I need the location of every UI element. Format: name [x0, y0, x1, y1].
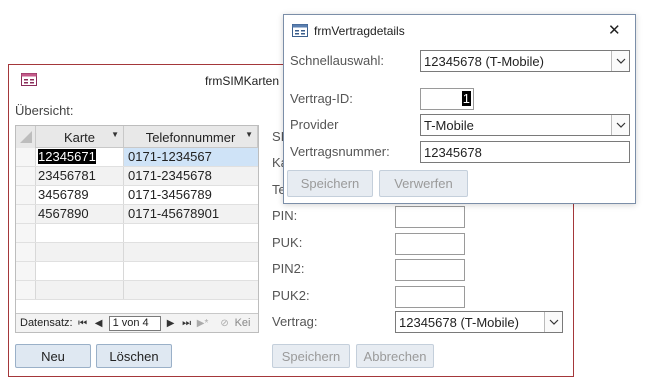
table-row[interactable]: 4567890 0171-45678901	[16, 205, 258, 224]
column-header-karte[interactable]: Karte ▼	[36, 126, 124, 148]
vertragdetails-window: frmVertragdetails ✕ Schnellauswahl: 1234…	[283, 14, 636, 204]
select-all-icon	[20, 131, 32, 143]
vertragdetails-title: frmVertragdetails	[314, 24, 405, 38]
vertrag-label: Vertrag:	[272, 314, 318, 329]
nav-first-icon[interactable]: ⏮	[77, 318, 89, 329]
puk-field[interactable]	[395, 233, 465, 255]
table-row-new[interactable]	[16, 224, 258, 243]
nav-prev-icon[interactable]: ◀	[93, 318, 105, 329]
cell-telefon[interactable]: 0171-45678901	[124, 205, 258, 223]
column-label: Telefonnummer	[145, 129, 236, 145]
new-button[interactable]: Neu	[15, 344, 91, 368]
table-row[interactable]: 12345671 0171-1234567	[16, 148, 258, 167]
chevron-down-icon[interactable]: ▼	[111, 130, 119, 139]
cell-telefon	[124, 243, 258, 261]
chevron-down-icon[interactable]: ▼	[245, 130, 253, 139]
table-row-empty	[16, 243, 258, 262]
cell-karte[interactable]: 4567890	[36, 205, 124, 223]
form-icon	[21, 73, 37, 86]
pin2-field[interactable]	[395, 259, 465, 281]
column-header-telefonnummer[interactable]: Telefonnummer ▼	[124, 126, 258, 148]
contract-id-value: 1	[461, 91, 471, 106]
cell-karte[interactable]: 3456789	[36, 186, 124, 204]
chevron-down-icon[interactable]	[544, 312, 562, 332]
close-icon[interactable]: ✕	[608, 21, 621, 39]
contract-number-field[interactable]: 12345678	[420, 141, 630, 163]
row-selector	[16, 243, 36, 261]
row-selector[interactable]	[16, 224, 36, 242]
vertrag-combo-value: 12345678 (T-Mobile)	[399, 314, 519, 330]
cell-karte	[36, 243, 124, 261]
record-nav-label: Datensatz:	[20, 317, 73, 329]
puk-label: PUK:	[272, 235, 303, 250]
nav-next-icon[interactable]: ▶	[165, 318, 177, 329]
vertragdetails-titlebar[interactable]: frmVertragdetails ✕	[284, 15, 635, 45]
contract-number-label: Vertragsnummer:	[290, 144, 390, 159]
grid-select-all[interactable]	[16, 126, 36, 148]
contract-id-field[interactable]: 1	[420, 88, 474, 110]
pin-field[interactable]	[395, 206, 465, 228]
cell-telefon	[124, 262, 258, 280]
pin2-label: PIN2:	[272, 261, 305, 276]
row-selector[interactable]	[16, 167, 36, 185]
save-button[interactable]: Speichern	[287, 170, 373, 197]
cell-karte[interactable]	[36, 224, 124, 242]
quick-select-label: Schnellauswahl:	[290, 53, 384, 68]
cell-karte	[36, 281, 124, 299]
provider-label: Provider	[290, 117, 339, 132]
record-navigation: Datensatz: ⏮ ◀ 1 von 4 ▶ ⏭ ▶* ⊘ Kei	[16, 313, 258, 332]
table-row-empty	[16, 262, 258, 281]
nav-last-icon[interactable]: ⏭	[181, 318, 193, 329]
pin-label: PIN:	[272, 208, 298, 223]
row-selector[interactable]	[16, 205, 36, 223]
row-selector[interactable]	[16, 148, 36, 166]
table-row-empty	[16, 281, 258, 300]
column-label: Karte	[63, 129, 96, 145]
cell-karte[interactable]: 12345671	[36, 148, 124, 166]
row-selector[interactable]	[16, 186, 36, 204]
form-icon	[292, 24, 308, 37]
cell-telefon[interactable]: 0171-2345678	[124, 167, 258, 185]
table-row[interactable]: 23456781 0171-2345678	[16, 167, 258, 186]
cancel-button[interactable]: Abbrechen	[356, 344, 434, 368]
provider-combo[interactable]: T-Mobile	[420, 114, 630, 136]
chevron-down-icon[interactable]	[611, 51, 629, 71]
record-number-input[interactable]: 1 von 4	[108, 315, 161, 331]
cell-karte[interactable]: 23456781	[36, 167, 124, 185]
cell-telefon	[124, 281, 258, 299]
delete-button[interactable]: Löschen	[96, 344, 172, 368]
nav-new-icon[interactable]: ▶*	[197, 318, 209, 329]
filter-status[interactable]: Kei	[235, 317, 251, 329]
table-row[interactable]: 3456789 0171-3456789	[16, 186, 258, 205]
vertrag-combo[interactable]: 12345678 (T-Mobile)	[395, 311, 563, 333]
provider-value: T-Mobile	[424, 117, 474, 133]
row-selector	[16, 281, 36, 299]
cell-karte	[36, 262, 124, 280]
cell-text: 12345671	[38, 149, 96, 164]
overview-label: Übersicht:	[15, 103, 74, 118]
grid-body: 12345671 0171-1234567 23456781 0171-2345…	[16, 148, 258, 300]
puk2-field[interactable]	[395, 286, 465, 308]
row-selector	[16, 262, 36, 280]
cell-telefon[interactable]: 0171-3456789	[124, 186, 258, 204]
filter-icon[interactable]: ⊘	[219, 318, 231, 329]
contract-number-value: 12345678	[424, 144, 482, 160]
grid-header: Karte ▼ Telefonnummer ▼	[16, 126, 258, 148]
quick-select-value: 12345678 (T-Mobile)	[424, 53, 544, 69]
puk2-label: PUK2:	[272, 288, 310, 303]
save-button[interactable]: Speichern	[272, 344, 350, 368]
quick-select-combo[interactable]: 12345678 (T-Mobile)	[420, 50, 630, 72]
discard-button[interactable]: Verwerfen	[379, 170, 468, 197]
cell-telefon[interactable]	[124, 224, 258, 242]
chevron-down-icon[interactable]	[611, 115, 629, 135]
sim-grid: Karte ▼ Telefonnummer ▼ 12345671 0171-12…	[15, 125, 259, 333]
cell-telefon[interactable]: 0171-1234567	[124, 148, 258, 166]
contract-id-label: Vertrag-ID:	[290, 91, 353, 106]
sim-window-title: frmSIMKarten	[205, 74, 280, 88]
